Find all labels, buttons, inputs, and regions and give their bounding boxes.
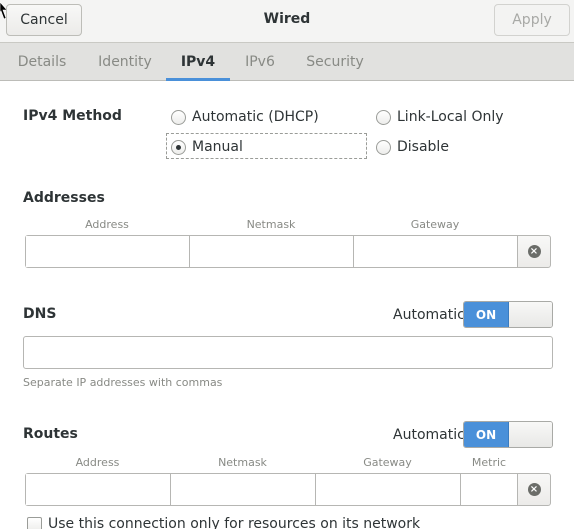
delete-address-button[interactable]: × [517,235,551,268]
checkbox-label: Use this connection only for resources o… [48,516,421,529]
tab-security[interactable]: Security [290,43,380,81]
address-field[interactable] [26,236,190,267]
radio-label: Disable [397,139,449,155]
addresses-column-address: Address [85,218,129,231]
switch-on-label: ON [464,302,509,327]
header-bar: Cancel Wired Apply [0,0,574,43]
restrict-to-network-checkbox[interactable]: Use this connection only for resources o… [27,516,420,529]
dns-automatic-label: Automatic [393,307,465,323]
radio-indicator[interactable] [171,109,186,125]
routes-automatic-label: Automatic [393,427,465,443]
route-gateway-field[interactable] [316,474,461,505]
tab-details[interactable]: Details [0,43,84,81]
dns-title: DNS [23,306,57,322]
address-row [25,235,518,268]
tab-ipv6[interactable]: IPv6 [230,43,290,81]
tab-bar: Details Identity IPv4 IPv6 Security [0,43,574,81]
switch-on-label: ON [464,422,509,447]
radio-label: Manual [192,139,243,155]
radio-disable[interactable]: Disable [376,137,449,157]
cancel-button[interactable]: Cancel [6,4,82,36]
delete-route-button[interactable]: × [517,473,551,506]
radio-indicator[interactable] [376,109,391,125]
clear-icon: × [527,483,541,496]
route-row [25,473,519,506]
radio-manual[interactable]: Manual [171,137,243,157]
ipv4-method-label: IPv4 Method [23,108,122,124]
clear-icon: × [527,245,541,258]
apply-button[interactable]: Apply [494,4,570,36]
dns-input[interactable] [23,336,553,369]
dns-hint: Separate IP addresses with commas [23,376,223,389]
radio-link-local-only[interactable]: Link-Local Only [376,107,504,127]
tab-ipv4[interactable]: IPv4 [166,43,230,81]
routes-column-gateway: Gateway [363,456,412,469]
routes-column-address: Address [75,456,120,469]
dialog-title: Wired [263,11,311,27]
routes-automatic-switch[interactable]: ON [463,421,553,448]
addresses-column-netmask: Netmask [246,218,296,231]
radio-label: Automatic (DHCP) [192,109,319,125]
radio-automatic-dhcp[interactable]: Automatic (DHCP) [171,107,319,127]
route-address-field[interactable] [26,474,171,505]
addresses-title: Addresses [23,190,105,206]
route-metric-field[interactable] [461,474,519,505]
dns-automatic-switch[interactable]: ON [463,301,553,328]
radio-label: Link-Local Only [397,109,504,125]
addresses-column-gateway: Gateway [410,218,460,231]
switch-knob[interactable] [509,422,552,447]
gateway-field[interactable] [354,236,518,267]
tab-identity[interactable]: Identity [84,43,166,81]
routes-title: Routes [23,426,78,442]
route-netmask-field[interactable] [171,474,316,505]
netmask-field[interactable] [190,236,354,267]
routes-column-metric: Metric [471,456,507,469]
switch-knob[interactable] [509,302,552,327]
checkbox-indicator[interactable] [27,516,42,529]
radio-indicator[interactable] [171,139,186,155]
routes-column-netmask: Netmask [218,456,267,469]
radio-indicator[interactable] [376,139,391,155]
